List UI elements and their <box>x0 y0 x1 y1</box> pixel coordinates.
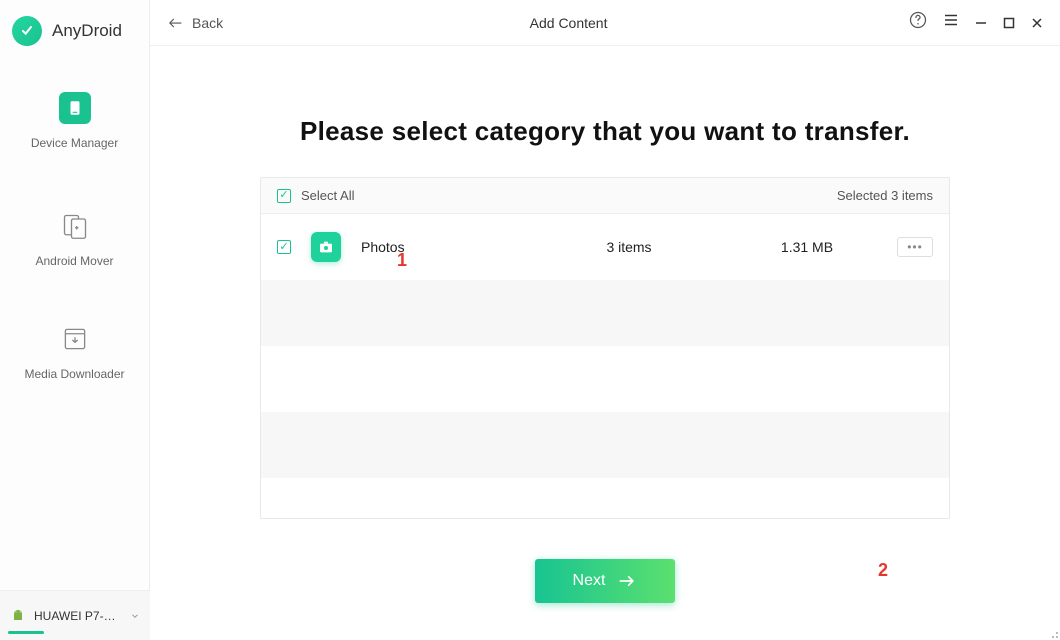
main: Back Add Content Please select category … <box>150 0 1060 640</box>
category-count: 3 items <box>521 239 737 255</box>
resize-grip[interactable] <box>1048 628 1058 638</box>
row-checkbox[interactable] <box>277 240 291 254</box>
device-selector[interactable]: HUAWEI P7-L07 <box>0 590 150 640</box>
brand-name: AnyDroid <box>52 21 122 41</box>
selected-summary: Selected 3 items <box>837 188 933 203</box>
annotation-1: 1 <box>397 250 407 271</box>
select-all-checkbox[interactable] <box>277 189 291 203</box>
category-table: Select All Selected 3 items Photos 3 ite… <box>260 177 950 519</box>
next-label: Next <box>573 572 606 590</box>
help-button[interactable] <box>908 10 928 35</box>
menu-button[interactable] <box>942 11 960 34</box>
brand-logo-icon <box>12 16 42 46</box>
sidebar-item-label: Device Manager <box>31 136 118 150</box>
content: Please select category that you want to … <box>150 46 1060 603</box>
sidebar-item-android-mover[interactable]: Android Mover <box>0 210 149 268</box>
sidebar-item-media-downloader[interactable]: Media Downloader <box>0 323 149 381</box>
table-row-empty <box>261 412 949 478</box>
heading: Please select category that you want to … <box>210 116 1000 147</box>
back-button[interactable]: Back <box>160 8 229 38</box>
table-row-empty <box>261 478 949 518</box>
minimize-button[interactable] <box>974 16 988 30</box>
maximize-button[interactable] <box>1002 16 1016 30</box>
table-header: Select All Selected 3 items <box>261 178 949 214</box>
device-manager-icon <box>59 92 91 124</box>
chevron-down-icon <box>130 611 140 621</box>
close-button[interactable] <box>1030 16 1044 30</box>
category-size: 1.31 MB <box>737 239 877 255</box>
sidebar-item-label: Media Downloader <box>24 367 124 381</box>
android-icon <box>10 608 26 624</box>
table-row[interactable]: Photos 3 items 1.31 MB ••• <box>261 214 949 280</box>
media-downloader-icon <box>59 323 91 355</box>
table-row-empty <box>261 346 949 412</box>
arrow-right-icon <box>617 571 637 591</box>
page-title: Add Content <box>229 15 908 31</box>
sidebar-item-device-manager[interactable]: Device Manager <box>0 92 149 150</box>
brand: AnyDroid <box>0 0 149 62</box>
select-all[interactable]: Select All <box>277 188 354 203</box>
annotation-2: 2 <box>878 560 888 581</box>
device-storage-indicator <box>8 631 44 634</box>
select-all-label: Select All <box>301 188 354 203</box>
arrow-left-icon <box>166 14 184 32</box>
sidebar-item-label: Android Mover <box>35 254 113 268</box>
back-label: Back <box>192 15 223 31</box>
more-button[interactable]: ••• <box>897 237 933 257</box>
table-row-empty <box>261 280 949 346</box>
sidebar: AnyDroid Device Manager Android Mover Me… <box>0 0 150 640</box>
next-button[interactable]: Next <box>535 559 675 603</box>
device-name: HUAWEI P7-L07 <box>34 609 122 623</box>
photos-icon <box>311 232 341 262</box>
category-name: Photos <box>361 239 521 255</box>
titlebar: Back Add Content <box>150 0 1060 46</box>
android-mover-icon <box>59 210 91 242</box>
